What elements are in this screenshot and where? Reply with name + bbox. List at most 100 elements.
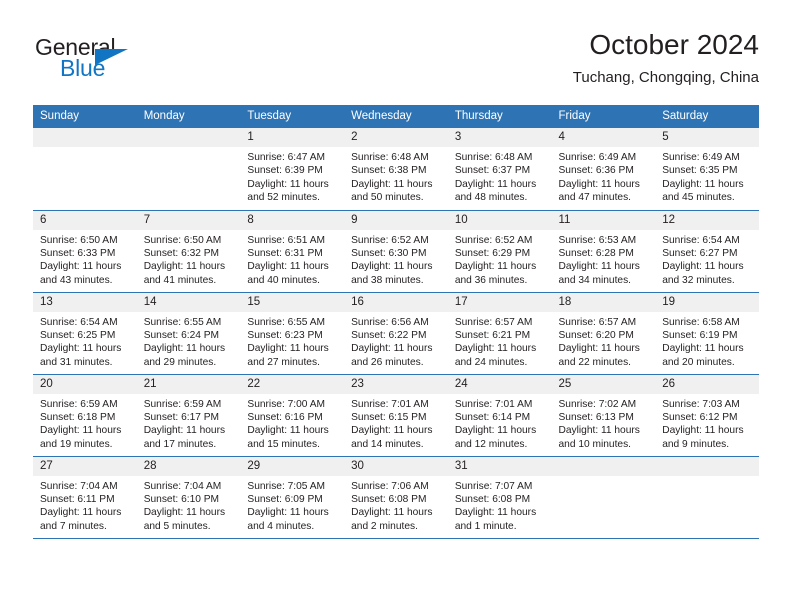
calendar-day-cell[interactable]: 11 Sunrise: 6:53 AM Sunset: 6:28 PM Dayligh… [551,210,656,293]
calendar-day-cell[interactable]: 20 Sunrise: 6:59 AM Sunset: 6:18 PM Dayligh… [33,374,137,457]
daylight-text: Daylight: 11 hours and 32 minutes. [662,261,744,286]
sunrise-text: Sunrise: 6:55 AM [247,316,325,328]
daylight-text: Daylight: 11 hours and 31 minutes. [40,343,122,368]
calendar-day-cell[interactable]: 19 Sunrise: 6:58 AM Sunset: 6:19 PM Dayligh… [655,292,759,375]
day-number: 30 [344,456,448,476]
calendar-week-row: 27 Sunrise: 7:04 AM Sunset: 6:11 PM Dayligh… [33,456,759,539]
calendar-day-cell[interactable]: 26 Sunrise: 7:03 AM Sunset: 6:12 PM Dayligh… [655,374,759,457]
day-sun-info: Sunrise: 6:57 AM Sunset: 6:21 PM Daylight:… [448,312,552,370]
day-number [33,128,137,147]
daylight-text: Daylight: 11 hours and 9 minutes. [662,425,744,450]
calendar-day-cell[interactable]: 27 Sunrise: 7:04 AM Sunset: 6:11 PM Dayligh… [33,456,137,539]
day-number: 25 [551,374,656,394]
calendar-body: 1 Sunrise: 6:47 AM Sunset: 6:39 PM Daylight… [33,128,759,539]
day-sun-info: Sunrise: 7:00 AM Sunset: 6:16 PM Daylight:… [240,394,344,452]
general-blue-logo: General Blue [33,34,213,92]
sunrise-text: Sunrise: 6:50 AM [40,234,118,246]
day-sun-info: Sunrise: 7:02 AM Sunset: 6:13 PM Daylight:… [552,394,656,452]
sunrise-text: Sunrise: 6:55 AM [143,316,222,328]
day-sun-info: Sunrise: 7:03 AM Sunset: 6:12 PM Daylight:… [655,394,759,452]
calendar-day-cell[interactable]: 1 Sunrise: 6:47 AM Sunset: 6:39 PM Daylight… [240,128,345,211]
calendar-day-cell[interactable]: 10 Sunrise: 6:52 AM Sunset: 6:29 PM Dayligh… [447,210,552,293]
sunrise-text: Sunrise: 6:48 AM [454,152,533,163]
calendar-header-row: Sunday Monday Tuesday Wednesday Thursday… [33,105,759,128]
sunrise-text: Sunrise: 6:59 AM [40,398,118,410]
day-sun-info: Sunrise: 6:54 AM Sunset: 6:27 PM Daylight:… [655,230,759,288]
calendar-day-cell[interactable]: 24 Sunrise: 7:01 AM Sunset: 6:14 PM Dayligh… [447,374,552,457]
title-block: October 2024 Tuchang, Chongqing, China [573,28,759,87]
calendar-day-cell[interactable]: 2 Sunrise: 6:48 AM Sunset: 6:38 PM Daylight… [344,128,448,211]
day-number: 26 [655,374,759,394]
calendar-day-cell[interactable]: 30 Sunrise: 7:06 AM Sunset: 6:08 PM Dayligh… [344,456,448,539]
daylight-text: Daylight: 11 hours and 15 minutes. [247,425,329,450]
sunset-text: Sunset: 6:37 PM [454,165,531,177]
sunset-text: Sunset: 6:18 PM [40,411,116,423]
daylight-text: Daylight: 11 hours and 43 minutes. [40,261,122,286]
daylight-text: Daylight: 11 hours and 17 minutes. [143,425,226,450]
calendar-day-cell[interactable]: 9 Sunrise: 6:52 AM Sunset: 6:30 PM Daylight… [344,210,448,293]
daylight-text: Daylight: 11 hours and 47 minutes. [558,178,640,204]
calendar-day-cell[interactable]: 31 Sunrise: 7:07 AM Sunset: 6:08 PM Dayligh… [447,456,552,539]
day-sun-info: Sunrise: 7:07 AM Sunset: 6:08 PM Daylight:… [448,476,552,534]
sunset-text: Sunset: 6:27 PM [662,247,738,259]
calendar-day-cell-empty [33,128,137,211]
day-number: 20 [33,374,137,394]
calendar-day-cell[interactable]: 7 Sunrise: 6:50 AM Sunset: 6:32 PM Daylight… [136,210,241,293]
calendar-day-cell[interactable]: 18 Sunrise: 6:57 AM Sunset: 6:20 PM Dayligh… [551,292,656,375]
day-sun-info: Sunrise: 7:04 AM Sunset: 6:10 PM Daylight:… [137,476,241,534]
calendar-day-cell[interactable]: 17 Sunrise: 6:57 AM Sunset: 6:21 PM Dayligh… [447,292,552,375]
calendar-day-cell[interactable]: 3 Sunrise: 6:48 AM Sunset: 6:37 PM Daylight… [447,128,552,211]
calendar-day-cell[interactable]: 14 Sunrise: 6:55 AM Sunset: 6:24 PM Dayligh… [136,292,241,375]
calendar-day-cell[interactable]: 13 Sunrise: 6:54 AM Sunset: 6:25 PM Dayligh… [33,292,137,375]
sunrise-text: Sunrise: 6:49 AM [662,152,740,163]
calendar-day-cell[interactable]: 12 Sunrise: 6:54 AM Sunset: 6:27 PM Dayligh… [655,210,759,293]
day-number: 16 [344,292,448,312]
calendar-day-cell[interactable]: 6 Sunrise: 6:50 AM Sunset: 6:33 PM Daylight… [33,210,137,293]
day-number: 27 [33,456,137,476]
sunset-text: Sunset: 6:38 PM [351,165,427,177]
calendar-day-cell[interactable]: 28 Sunrise: 7:04 AM Sunset: 6:10 PM Dayligh… [136,456,241,539]
sunset-text: Sunset: 6:19 PM [662,329,738,341]
calendar-day-cell[interactable]: 23 Sunrise: 7:01 AM Sunset: 6:15 PM Dayligh… [344,374,448,457]
daylight-text: Daylight: 11 hours and 50 minutes. [351,178,433,204]
calendar-day-cell[interactable]: 4 Sunrise: 6:49 AM Sunset: 6:36 PM Daylight… [551,128,656,211]
sunset-text: Sunset: 6:33 PM [40,247,116,259]
sunset-text: Sunset: 6:39 PM [247,165,323,177]
page-header: General Blue October 2024 Tuchang, Chong… [33,28,759,98]
daylight-text: Daylight: 11 hours and 12 minutes. [454,425,537,450]
weekday-header-friday: Friday [551,105,656,128]
day-sun-info: Sunrise: 6:47 AM Sunset: 6:39 PM Daylight:… [240,147,344,205]
sunrise-text: Sunrise: 7:07 AM [454,480,533,492]
day-number [136,128,241,147]
calendar-day-cell[interactable]: 8 Sunrise: 6:51 AM Sunset: 6:31 PM Daylight… [240,210,345,293]
sunset-text: Sunset: 6:31 PM [247,247,323,259]
calendar-day-cell[interactable]: 5 Sunrise: 6:49 AM Sunset: 6:35 PM Daylight… [655,128,759,211]
calendar-page: General Blue October 2024 Tuchang, Chong… [0,0,792,612]
calendar-day-cell[interactable]: 22 Sunrise: 7:00 AM Sunset: 6:16 PM Dayligh… [240,374,345,457]
sunset-text: Sunset: 6:10 PM [143,493,220,505]
sunrise-text: Sunrise: 6:52 AM [351,234,429,246]
sunrise-text: Sunrise: 7:00 AM [247,398,325,410]
calendar-day-cell[interactable]: 16 Sunrise: 6:56 AM Sunset: 6:22 PM Dayligh… [344,292,448,375]
sunrise-text: Sunrise: 7:06 AM [351,480,429,492]
sunset-text: Sunset: 6:30 PM [351,247,427,259]
calendar-day-cell[interactable]: 29 Sunrise: 7:05 AM Sunset: 6:09 PM Dayligh… [240,456,345,539]
daylight-text: Daylight: 11 hours and 7 minutes. [40,507,122,532]
calendar-day-cell[interactable]: 15 Sunrise: 6:55 AM Sunset: 6:23 PM Dayligh… [240,292,345,375]
sunrise-text: Sunrise: 6:53 AM [558,234,637,246]
day-number: 10 [447,210,552,230]
sunset-text: Sunset: 6:12 PM [662,411,738,423]
sunset-text: Sunset: 6:25 PM [40,329,116,341]
sunrise-text: Sunrise: 6:59 AM [143,398,222,410]
sunrise-text: Sunrise: 6:58 AM [662,316,740,328]
calendar-day-cell[interactable]: 21 Sunrise: 6:59 AM Sunset: 6:17 PM Dayligh… [136,374,241,457]
calendar-week-row: 1 Sunrise: 6:47 AM Sunset: 6:39 PM Daylight… [33,128,759,211]
daylight-text: Daylight: 11 hours and 20 minutes. [662,343,744,368]
day-sun-info: Sunrise: 6:53 AM Sunset: 6:28 PM Daylight:… [552,230,656,288]
calendar-day-cell[interactable]: 25 Sunrise: 7:02 AM Sunset: 6:13 PM Dayligh… [551,374,656,457]
day-sun-info: Sunrise: 6:59 AM Sunset: 6:18 PM Daylight:… [33,394,137,452]
sunset-text: Sunset: 6:16 PM [247,411,323,423]
logo-text-blue: Blue [60,55,106,81]
day-sun-info: Sunrise: 7:04 AM Sunset: 6:11 PM Daylight:… [33,476,137,534]
day-number: 17 [447,292,552,312]
